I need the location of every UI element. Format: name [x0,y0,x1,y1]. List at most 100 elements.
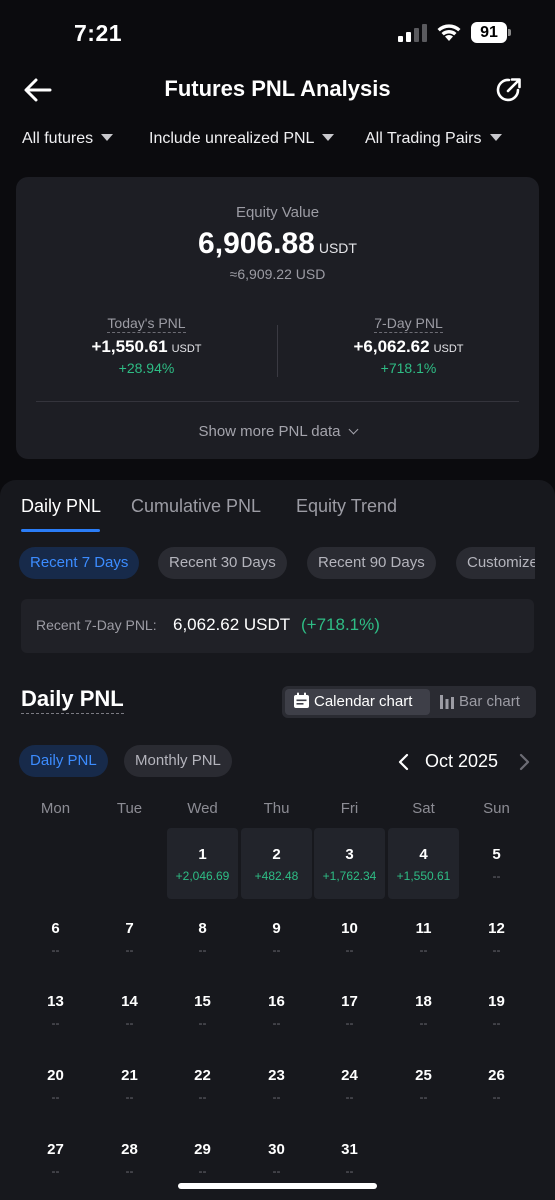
equity-amount: 6,906.88 [198,227,315,260]
calendar-day[interactable]: 14 -- [94,975,165,1046]
calendar-day[interactable]: 24 -- [314,1049,385,1120]
day-pnl: -- [272,1090,281,1105]
calendar-day[interactable]: 22 -- [167,1049,238,1120]
weekday-label: Thu [263,800,290,817]
calendar-day[interactable]: 20 -- [20,1049,91,1120]
day-pnl: -- [345,1090,354,1105]
range-90-days[interactable]: Recent 90 Days [307,547,436,579]
bar-chart-button[interactable]: Bar chart [435,689,533,715]
chevron-right-icon[interactable] [516,753,532,771]
calendar-day[interactable]: 10 -- [314,902,385,973]
calendar-day[interactable]: 28 -- [94,1123,165,1194]
day-pnl: -- [198,1016,207,1031]
summary-box: Recent 7-Day PNL: 6,062.62 USDT (+718.1%… [21,599,534,653]
day-pnl: -- [51,1090,60,1105]
seven-day-pnl-label[interactable]: 7-Day PNL [374,315,443,333]
day-pnl: -- [198,1163,207,1178]
day-number: 25 [415,1067,432,1085]
tab-equity-trend[interactable]: Equity Trend [296,496,397,517]
seven-day-pnl-pct: +718.1% [380,360,437,376]
home-indicator [178,1183,377,1189]
filter-futures-label: All futures [22,130,94,147]
calendar-chart-button[interactable]: Calendar chart [285,689,430,715]
calendar-day[interactable]: 18 -- [388,975,459,1046]
calendar-day[interactable]: 8 -- [167,902,238,973]
calendar-day[interactable]: 23 -- [241,1049,312,1120]
seven-day-pnl-value: +6,062.62 [353,337,430,356]
calendar-day[interactable]: 13 -- [20,975,91,1046]
calendar-day[interactable]: 21 -- [94,1049,165,1120]
day-pnl: -- [492,1090,501,1105]
share-icon[interactable] [494,75,524,105]
weekday-label: Wed [187,800,218,817]
filter-pairs-dropdown[interactable]: All Trading Pairs [365,130,502,148]
day-pnl: +482.48 [254,869,299,883]
day-pnl: -- [125,1090,134,1105]
tab-daily-pnl[interactable]: Daily PNL [21,496,101,517]
day-pnl: -- [272,1163,281,1178]
filter-pairs-label: All Trading Pairs [365,130,482,147]
calendar-day[interactable]: 27 -- [20,1123,91,1194]
range-customize[interactable]: Customize [456,547,535,579]
todays-pnl-value: +1,550.61 [91,337,168,356]
day-number: 31 [341,1140,358,1158]
seven-day-pnl: 7-Day PNL +6,062.62 USDT +718.1% [278,315,539,376]
calendar-day[interactable]: 5 -- [461,828,532,899]
chart-type-toggle: Calendar chart Bar chart [282,686,536,718]
calendar-day[interactable]: 1 +2,046.69 [167,828,238,899]
calendar-day[interactable]: 9 -- [241,902,312,973]
tab-cumulative-pnl[interactable]: Cumulative PNL [131,496,261,517]
period-monthly-pnl[interactable]: Monthly PNL [124,745,232,777]
calendar-day[interactable]: 3 +1,762.34 [314,828,385,899]
day-number: 5 [492,846,501,863]
calendar-day[interactable]: 11 -- [388,902,459,973]
day-pnl: -- [51,1163,60,1178]
day-number: 6 [51,919,60,937]
daily-pnl-title[interactable]: Daily PNL [21,686,124,714]
calendar-day[interactable]: 19 -- [461,975,532,1046]
calendar-day[interactable]: 17 -- [314,975,385,1046]
day-number: 29 [194,1140,211,1158]
day-pnl: -- [345,1016,354,1031]
show-more-pnl-button[interactable]: Show more PNL data [16,423,539,440]
active-tab-indicator [21,529,100,532]
calendar-day[interactable]: 26 -- [461,1049,532,1120]
calendar-day[interactable]: 15 -- [167,975,238,1046]
day-pnl: -- [125,1016,134,1031]
weekday-label: Tue [116,800,143,817]
chevron-left-icon[interactable] [396,753,412,771]
calendar-day[interactable]: 4 +1,550.61 [388,828,459,899]
calendar-day[interactable]: 16 -- [241,975,312,1046]
day-number: 22 [194,1067,211,1085]
day-number: 9 [272,919,281,937]
weekday-label: Sun [483,800,510,817]
filter-unrealized-dropdown[interactable]: Include unrealized PNL [149,130,335,148]
day-pnl: -- [419,942,428,957]
day-number: 26 [488,1067,505,1085]
todays-pnl-unit: USDT [171,343,202,355]
filter-bar: All futures Include unrealized PNL All T… [0,124,555,154]
day-number: 21 [121,1067,138,1085]
calendar-day[interactable]: 7 -- [94,902,165,973]
range-30-days[interactable]: Recent 30 Days [158,547,287,579]
day-pnl: +1,762.34 [322,869,377,883]
divider [36,401,519,402]
calendar-day[interactable]: 6 -- [20,902,91,973]
day-pnl: -- [492,1016,501,1031]
calendar-day[interactable]: 12 -- [461,902,532,973]
day-number: 7 [125,919,134,937]
day-number: 24 [341,1067,358,1085]
day-number: 23 [268,1067,285,1085]
calendar-day[interactable]: 25 -- [388,1049,459,1120]
todays-pnl-label[interactable]: Today's PNL [107,315,186,333]
weekday-label: Fri [340,800,359,817]
period-daily-pnl[interactable]: Daily PNL [19,745,108,777]
range-7-days[interactable]: Recent 7 Days [19,547,140,579]
todays-pnl-pct: +28.94% [118,360,175,376]
day-number: 13 [47,993,64,1011]
filter-futures-dropdown[interactable]: All futures [22,130,114,148]
day-number: 11 [415,919,432,937]
chevron-down-icon [348,424,358,435]
day-number: 17 [341,993,358,1011]
calendar-day[interactable]: 2 +482.48 [241,828,312,899]
